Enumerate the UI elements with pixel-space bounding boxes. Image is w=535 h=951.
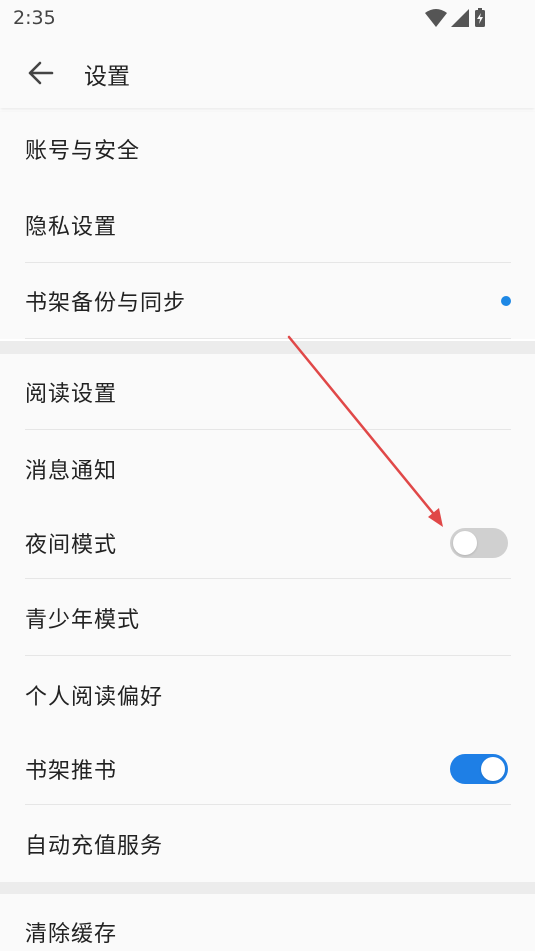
- settings-item-account-security[interactable]: 账号与安全: [0, 111, 535, 187]
- settings-item-label: 阅读设置: [25, 382, 118, 407]
- settings-item-label: 书架推书: [25, 759, 118, 784]
- section-divider: [0, 341, 535, 354]
- battery-icon: [475, 8, 485, 27]
- cell-signal-icon: [451, 9, 469, 27]
- settings-item-label: 账号与安全: [25, 139, 141, 164]
- settings-item-notifications[interactable]: 消息通知: [0, 430, 535, 507]
- settings-section-reading: 阅读设置 消息通知 夜间模式 青少年模式 个人阅读偏好 书架推书 自动充值服务: [0, 354, 535, 882]
- settings-item-bookshelf-recommend[interactable]: 书架推书: [0, 733, 535, 805]
- toggle-knob: [453, 531, 477, 555]
- settings-item-reading-settings[interactable]: 阅读设置: [0, 354, 535, 430]
- row-divider: [25, 338, 511, 339]
- settings-item-reading-preference[interactable]: 个人阅读偏好: [0, 656, 535, 733]
- toggle-knob: [481, 757, 505, 781]
- settings-item-bookshelf-backup[interactable]: 书架备份与同步: [0, 263, 535, 339]
- settings-item-label: 书架备份与同步: [25, 291, 187, 316]
- settings-item-auto-recharge[interactable]: 自动充值服务: [0, 805, 535, 882]
- back-button[interactable]: [22, 56, 62, 90]
- settings-item-teen-mode[interactable]: 青少年模式: [0, 579, 535, 656]
- settings-item-privacy[interactable]: 隐私设置: [0, 187, 535, 263]
- section-divider: [0, 882, 535, 894]
- settings-section-account: 账号与安全 隐私设置 书架备份与同步: [0, 111, 535, 339]
- settings-item-label: 清除缓存: [25, 922, 118, 947]
- settings-item-label: 隐私设置: [25, 215, 118, 240]
- settings-item-clear-cache[interactable]: 清除缓存: [0, 894, 535, 951]
- back-arrow-icon: [28, 61, 54, 85]
- settings-item-label: 个人阅读偏好: [25, 684, 164, 710]
- notification-dot: [501, 296, 511, 306]
- settings-item-label: 消息通知: [25, 458, 118, 484]
- status-icons: [425, 8, 485, 27]
- settings-item-label: 自动充值服务: [25, 833, 164, 859]
- night-mode-toggle[interactable]: [450, 528, 508, 558]
- bookshelf-recommend-toggle[interactable]: [450, 754, 508, 784]
- status-time: 2:35: [13, 7, 56, 29]
- status-bar: 2:35: [0, 0, 535, 36]
- settings-section-storage: 清除缓存: [0, 894, 535, 951]
- wifi-icon: [425, 9, 447, 27]
- page-title: 设置: [84, 64, 130, 90]
- settings-item-label: 青少年模式: [25, 607, 141, 633]
- settings-item-label: 夜间模式: [25, 533, 118, 558]
- settings-item-night-mode[interactable]: 夜间模式: [0, 507, 535, 579]
- app-bar: 设置: [0, 36, 535, 108]
